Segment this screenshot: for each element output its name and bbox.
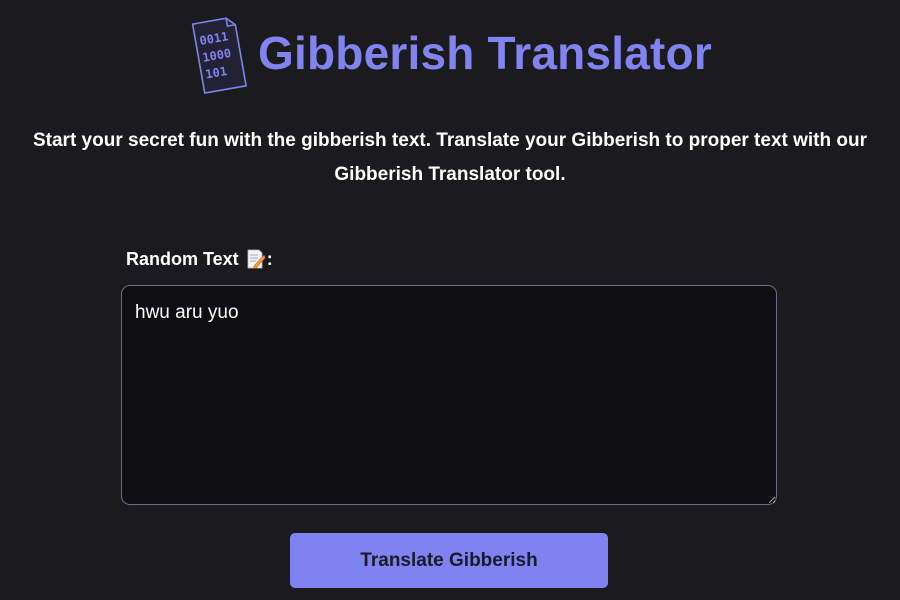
input-label-colon: :: [266, 249, 273, 269]
intro-text: Start your secret fun with the gibberish…: [32, 130, 867, 185]
input-label: Random Text :: [126, 247, 273, 271]
translate-button[interactable]: Translate Gibberish: [290, 533, 608, 588]
input-label-text: Random Text: [126, 249, 239, 269]
memo-icon: [247, 249, 265, 269]
gibberish-input[interactable]: hwu aru yuo: [121, 285, 777, 505]
header: 0011 1000 101 Gibberish Translator: [0, 12, 900, 98]
binary-document-icon: 0011 1000 101: [191, 17, 248, 95]
page: 0011 1000 101 Gibberish Translator Start…: [0, 0, 900, 600]
page-title: Gibberish Translator: [258, 27, 712, 79]
